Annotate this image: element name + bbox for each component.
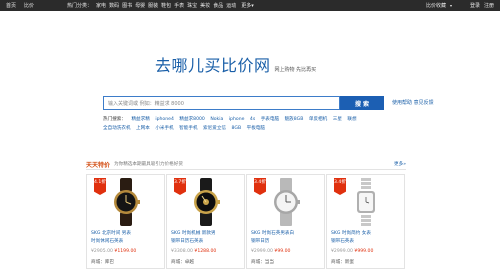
product-name[interactable]: SKG 时尚机械 新款男 钢带日历石英表 [171,230,243,246]
category-title: 热门分类： [67,3,93,9]
login-link[interactable]: 登录 [470,2,480,9]
original-price: ¥2905.00 [91,249,113,254]
product-name[interactable]: SKG 时尚简约 女表 钢带石英表 [331,230,403,246]
chevron-down-icon[interactable]: ▾ [450,3,452,8]
mall-prefix: 商城： [91,260,105,265]
product-mall: 商城：库巴 [91,259,114,265]
search-placeholder: 输入关键词或 例如：精益求 8000 [108,100,184,107]
mall-name: 库巴 [104,260,114,265]
category-link[interactable]: 运动 [226,2,236,9]
nav-link-compare[interactable]: 比价 [24,2,34,9]
hot-search-word[interactable]: 上网本 [136,126,150,131]
category-link[interactable]: 鞋包 [161,2,171,9]
mall-prefix: 商城： [331,260,345,265]
product-mall: 商城：卓越 [171,259,194,265]
category-link[interactable]: 图书 [122,2,132,9]
top-nav-bar: 首页 比价 热门分类： 家电 数码 图书 母婴 服装 鞋包 手表 珠宝 美妆 食… [0,0,500,11]
category-link[interactable]: 手表 [174,2,184,9]
product-card[interactable]: 4.1折 SKG 北京时间 男表 时尚休闲石英表 ¥2905.00 ¥1199.… [86,174,165,269]
favorite-link[interactable]: 比价收藏 [426,2,446,9]
product-card[interactable]: 3.4折 SKG 时尚石英男表白 钢带日历 ¥2999.00 ¥99.00 商城… [246,174,325,269]
hot-search-word[interactable]: 8GB [231,126,241,131]
hot-search-word[interactable]: 平板电脑 [247,126,265,131]
discount-badge: 4.1折 [94,178,106,195]
discount-badge: 3.7折 [174,178,186,195]
hot-search-word[interactable]: iphone4 [155,117,174,122]
product-price: ¥2905.00 ¥1199.00 [91,249,136,254]
mall-name: 新蛋 [344,260,354,265]
product-price: ¥3308.00 ¥1288.00 [171,249,216,254]
discount-badge: 3.4折 [334,178,346,195]
hot-search-word[interactable]: 单反相机 [309,117,327,122]
category-link[interactable]: 数码 [109,2,119,9]
search-input[interactable]: 输入关键词或 例如：精益求 8000 [103,96,340,110]
logo-brand-text: 去哪儿买比价网 [155,56,271,75]
product-mall: 商城：新蛋 [331,259,354,265]
hot-search-word[interactable]: 智能手机 [179,126,197,131]
category-link[interactable]: 珠宝 [187,2,197,9]
logo-slogan: 网上购物 先比再买 [274,67,317,73]
hot-search-word[interactable]: iphone [229,117,245,122]
hot-search-word[interactable]: 精益求8000 [179,117,204,122]
mall-name: 当当 [264,260,274,265]
category-link[interactable]: 母婴 [135,2,145,9]
section-more-link[interactable]: 更多» [394,161,406,167]
section-title: 天天特价 [86,161,111,169]
hot-search-title: 热门搜索： [103,117,126,122]
hot-search-word[interactable]: 魅族8GB [285,117,304,122]
hot-search-word[interactable]: 精益求精 [131,117,149,122]
discount-badge: 3.4折 [254,178,266,195]
product-mall: 商城：当当 [251,259,274,265]
current-price: ¥99.00 [274,249,291,254]
original-price: ¥2999.00 [251,249,273,254]
original-price: ¥3308.00 [171,249,193,254]
nav-link-home[interactable]: 首页 [6,2,16,9]
mall-name: 卓越 [184,260,194,265]
product-name[interactable]: SKG 时尚石英男表白 钢带日历 [251,230,323,246]
product-card[interactable]: 3.7折 SKG 时尚机械 新款男 钢带日历石英表 ¥3308.00 ¥1288… [166,174,245,269]
original-price: ¥2999.00 [331,249,353,254]
hot-search-word[interactable]: 联想 [347,117,356,122]
current-price: ¥999.00 [354,249,374,254]
search-help-link[interactable]: 使用帮助 意见反馈 [392,99,434,106]
register-link[interactable]: 注册 [484,2,494,9]
product-price: ¥2999.00 ¥999.00 [331,249,373,254]
hot-search-word[interactable]: 4s [250,117,255,122]
site-logo[interactable]: 去哪儿买比价网 网上购物 先比再买 [155,52,316,76]
hot-search-word[interactable]: 小米手机 [155,126,173,131]
daily-deals-header: 天天特价 为你精选本期最具吸引力价格好货 更多» [86,159,406,170]
section-subtitle: 为你精选本期最具吸引力价格好货 [114,162,183,167]
hot-search-word[interactable]: 索尼爱立信 [203,126,226,131]
current-price: ¥1288.00 [194,249,217,254]
current-price: ¥1199.00 [114,249,137,254]
hot-search-list: 热门搜索： 精益求精 iphone4 精益求8000 Nokia iphone … [103,115,385,133]
product-name[interactable]: SKG 北京时间 男表 时尚休闲石英表 [91,230,163,246]
hot-search-word[interactable]: 全自动洗衣机 [103,126,131,131]
product-card-row: 4.1折 SKG 北京时间 男表 时尚休闲石英表 ¥2905.00 ¥1199.… [86,174,406,269]
search-button[interactable]: 搜 索 [340,96,384,110]
category-link[interactable]: 服装 [148,2,158,9]
product-price: ¥2999.00 ¥99.00 [251,249,290,254]
category-link[interactable]: 食品 [213,2,223,9]
mall-prefix: 商城： [251,260,265,265]
hot-search-word[interactable]: Nokia [210,117,223,122]
category-link[interactable]: 美妆 [200,2,210,9]
category-link[interactable]: 家电 [96,2,106,9]
product-card[interactable]: 3.4折 SKG 时尚简约 女表 钢带石英表 ¥2999.00 ¥999.00 … [326,174,405,269]
hot-search-word[interactable]: 三星 [333,117,342,122]
more-categories-menu[interactable]: 更多▾ [241,2,254,9]
mall-prefix: 商城： [171,260,185,265]
hot-search-word[interactable]: 手表电脑 [261,117,279,122]
